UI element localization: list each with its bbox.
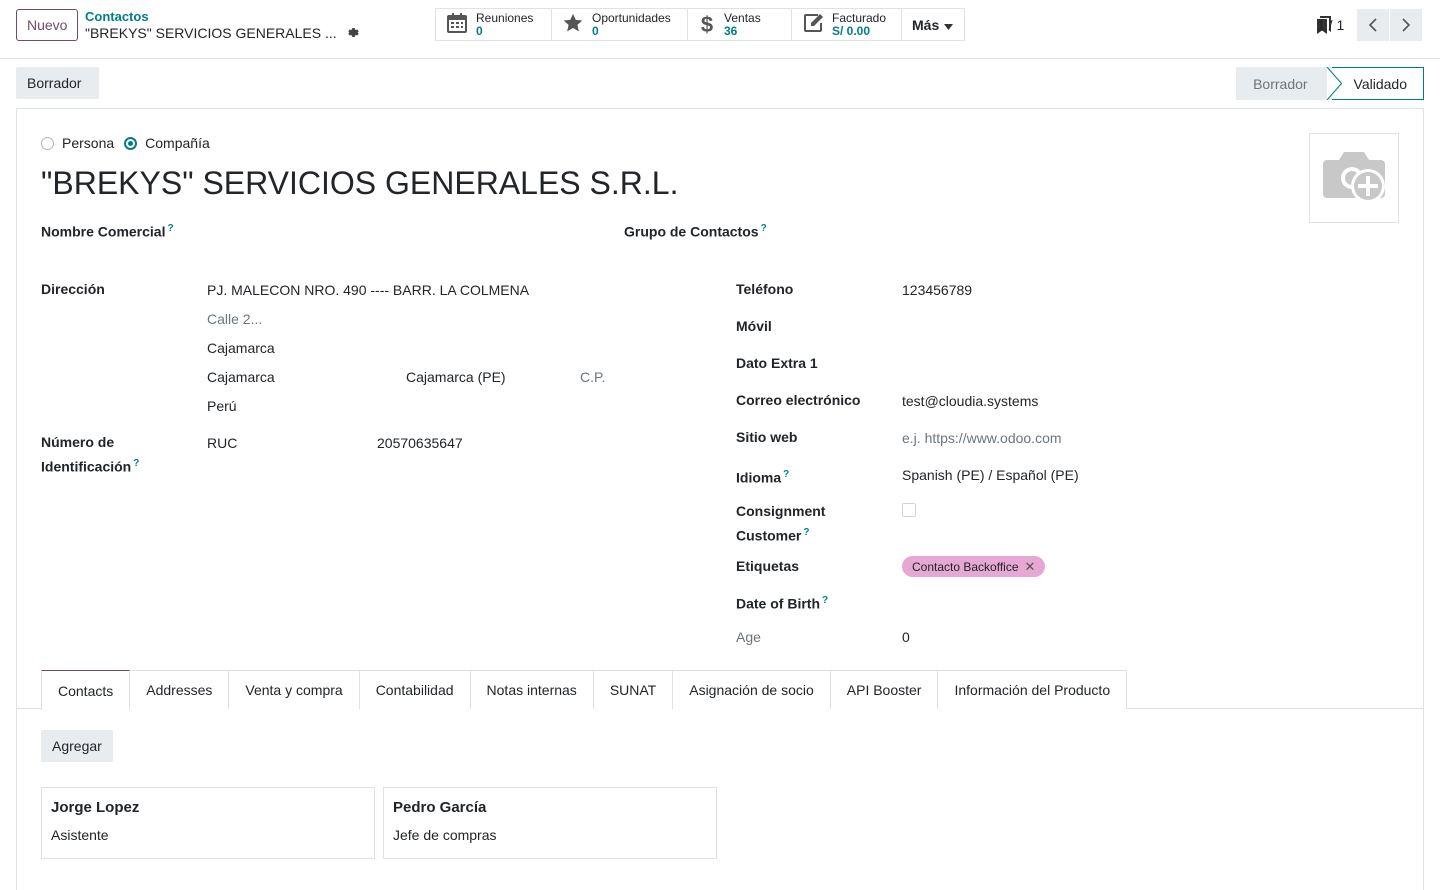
extra-data-label: Dato Extra 1 (736, 355, 818, 371)
more-button[interactable]: Más (902, 9, 964, 40)
tab-internal-notes[interactable]: Notas internas (469, 670, 594, 709)
company-type-radio: Persona Compañía (41, 135, 220, 151)
contact-card[interactable]: Jorge Lopez Asistente (41, 787, 375, 859)
breadcrumb-current: "BREKYS" SERVICIOS GENERALES ... (85, 25, 337, 41)
form-sheet: Persona Compañía "BREKYS" SERVICIOS GENE… (16, 108, 1424, 890)
birth-date-label: Date of Birth? (736, 595, 829, 612)
stat-invoiced-button[interactable]: Facturado S/ 0.00 (792, 9, 902, 40)
stat-opportunities-button[interactable]: Oportunidades 0 (552, 9, 688, 40)
address-label: Dirección (41, 281, 105, 297)
pager-value[interactable]: 1 / 1 (1317, 15, 1344, 36)
stat-sales-button[interactable]: $ Ventas 36 (688, 9, 792, 40)
street-field[interactable]: PJ. MALECON NRO. 490 ---- BARR. LA COLME… (207, 280, 529, 301)
stat-invoiced-value: S/ 0.00 (832, 23, 871, 38)
help-icon: ? (803, 527, 810, 538)
tab-partner-assignment[interactable]: Asignación de socio (672, 670, 831, 709)
contact-card-role: Asistente (51, 827, 109, 843)
smart-buttons: Reuniones 0 Oportunidades 0 $ Ventas 36 Fac… (435, 8, 965, 41)
tags-label: Etiquetas (736, 558, 800, 574)
stat-meetings-button[interactable]: Reuniones 0 (436, 9, 552, 40)
help-icon: ? (822, 595, 829, 606)
pager-next-button[interactable] (1390, 9, 1422, 41)
calendar-icon (446, 12, 468, 37)
id-number-field[interactable]: 20570635647 (377, 433, 463, 454)
stat-sales-label: Ventas (724, 10, 761, 25)
status-step-validated[interactable]: Validado (1331, 67, 1424, 100)
new-button[interactable]: Nuevo (16, 9, 79, 41)
tab-sunat[interactable]: SUNAT (592, 670, 674, 709)
age-label: Age (736, 629, 761, 645)
contact-card-role: Jefe de compras (393, 827, 497, 843)
set-draft-button[interactable]: Borrador (16, 67, 100, 99)
help-icon: ? (760, 223, 767, 234)
state-field[interactable]: Cajamarca (PE) (406, 367, 506, 388)
add-contact-button[interactable]: Agregar (41, 730, 113, 762)
camera-plus-icon (1319, 146, 1389, 211)
tab-product-info[interactable]: Información del Producto (937, 670, 1128, 709)
tab-api-booster[interactable]: API Booster (829, 670, 939, 709)
tab-sales-purchase[interactable]: Venta y compra (228, 670, 360, 709)
gear-icon[interactable] (347, 26, 361, 40)
phone-field[interactable]: 123456789 (902, 280, 972, 301)
age-field: 0 (902, 629, 910, 645)
tag-badge: Contacto Backoffice ✕ (902, 556, 1046, 577)
help-icon: ? (783, 469, 790, 480)
partner-name-field[interactable]: "BREKYS" SERVICIOS GENERALES S.R.L. (41, 165, 678, 202)
language-label: Idioma? (736, 469, 790, 486)
phone-label: Teléfono (736, 281, 794, 297)
contact-group-label: Grupo de Contactos? (624, 223, 767, 240)
tag-label: Contacto Backoffice (912, 559, 1019, 574)
tab-addresses[interactable]: Addresses (129, 670, 230, 709)
help-icon: ? (133, 458, 140, 469)
email-field[interactable]: test@cloudia.systems (902, 391, 1038, 412)
close-icon[interactable]: ✕ (1025, 559, 1036, 575)
caret-down-icon (944, 17, 954, 33)
contact-card-name: Jorge Lopez (51, 799, 140, 816)
stat-meetings-label: Reuniones (476, 10, 534, 25)
radio-company[interactable] (124, 136, 138, 150)
radio-person[interactable] (41, 136, 54, 150)
stat-meetings-value: 0 (476, 23, 483, 38)
id-type-field[interactable]: RUC (207, 433, 237, 454)
control-panel: Nuevo Contactos "BREKYS" SERVICIOS GENER… (0, 0, 1440, 59)
country-field[interactable]: Perú (207, 396, 237, 417)
status-bar: Borrador Borrador Validado (16, 67, 1424, 100)
street2-field[interactable]: Calle 2... (207, 309, 262, 330)
website-label: Sitio web (736, 429, 798, 445)
radio-person-label[interactable]: Persona (62, 135, 114, 151)
contact-card-name: Pedro García (393, 799, 487, 816)
radio-company-label[interactable]: Compañía (145, 135, 210, 151)
breadcrumb-contacts-link[interactable]: Contactos (85, 9, 361, 24)
tab-contacts[interactable]: Contacts (41, 670, 131, 710)
status-step-draft[interactable]: Borrador (1236, 67, 1332, 100)
status-step-arrow (1326, 67, 1342, 100)
pager: 1 / 1 (1317, 9, 1422, 41)
dollar-icon: $ (700, 11, 714, 37)
consignment-customer-label: Consignment Customer? (736, 503, 826, 544)
district-field[interactable]: Cajamarca (207, 338, 275, 359)
language-field[interactable]: Spanish (PE) / Español (PE) (902, 465, 1079, 486)
city-field[interactable]: Cajamarca (207, 367, 275, 388)
tab-accounting[interactable]: Contabilidad (358, 670, 471, 709)
stat-opportunities-value: 0 (592, 23, 599, 38)
more-label: Más (912, 16, 940, 33)
email-label: Correo electrónico (736, 392, 861, 408)
edit-icon (802, 12, 824, 37)
stat-opportunities-label: Oportunidades (592, 10, 671, 25)
pager-previous-button[interactable] (1357, 9, 1389, 41)
consignment-customer-checkbox[interactable] (902, 503, 916, 517)
website-field[interactable]: e.j. https://www.odoo.com (902, 428, 1062, 449)
contact-card[interactable]: Pedro García Jefe de compras (383, 787, 717, 859)
trade-name-label: Nombre Comercial? (41, 223, 174, 240)
mobile-label: Móvil (736, 318, 772, 334)
help-icon: ? (167, 223, 174, 234)
stat-invoiced-label: Facturado (832, 10, 887, 25)
avatar[interactable] (1309, 133, 1399, 223)
breadcrumb: Contactos "BREKYS" SERVICIOS GENERALES .… (85, 9, 361, 42)
stat-sales-value: 36 (724, 23, 738, 38)
star-icon (562, 12, 584, 37)
zip-field[interactable]: C.P. (580, 367, 605, 388)
notebook-tabs: Contacts Addresses Venta y compra Contab… (17, 670, 1423, 710)
id-number-label: Número de Identificación? (41, 434, 140, 475)
